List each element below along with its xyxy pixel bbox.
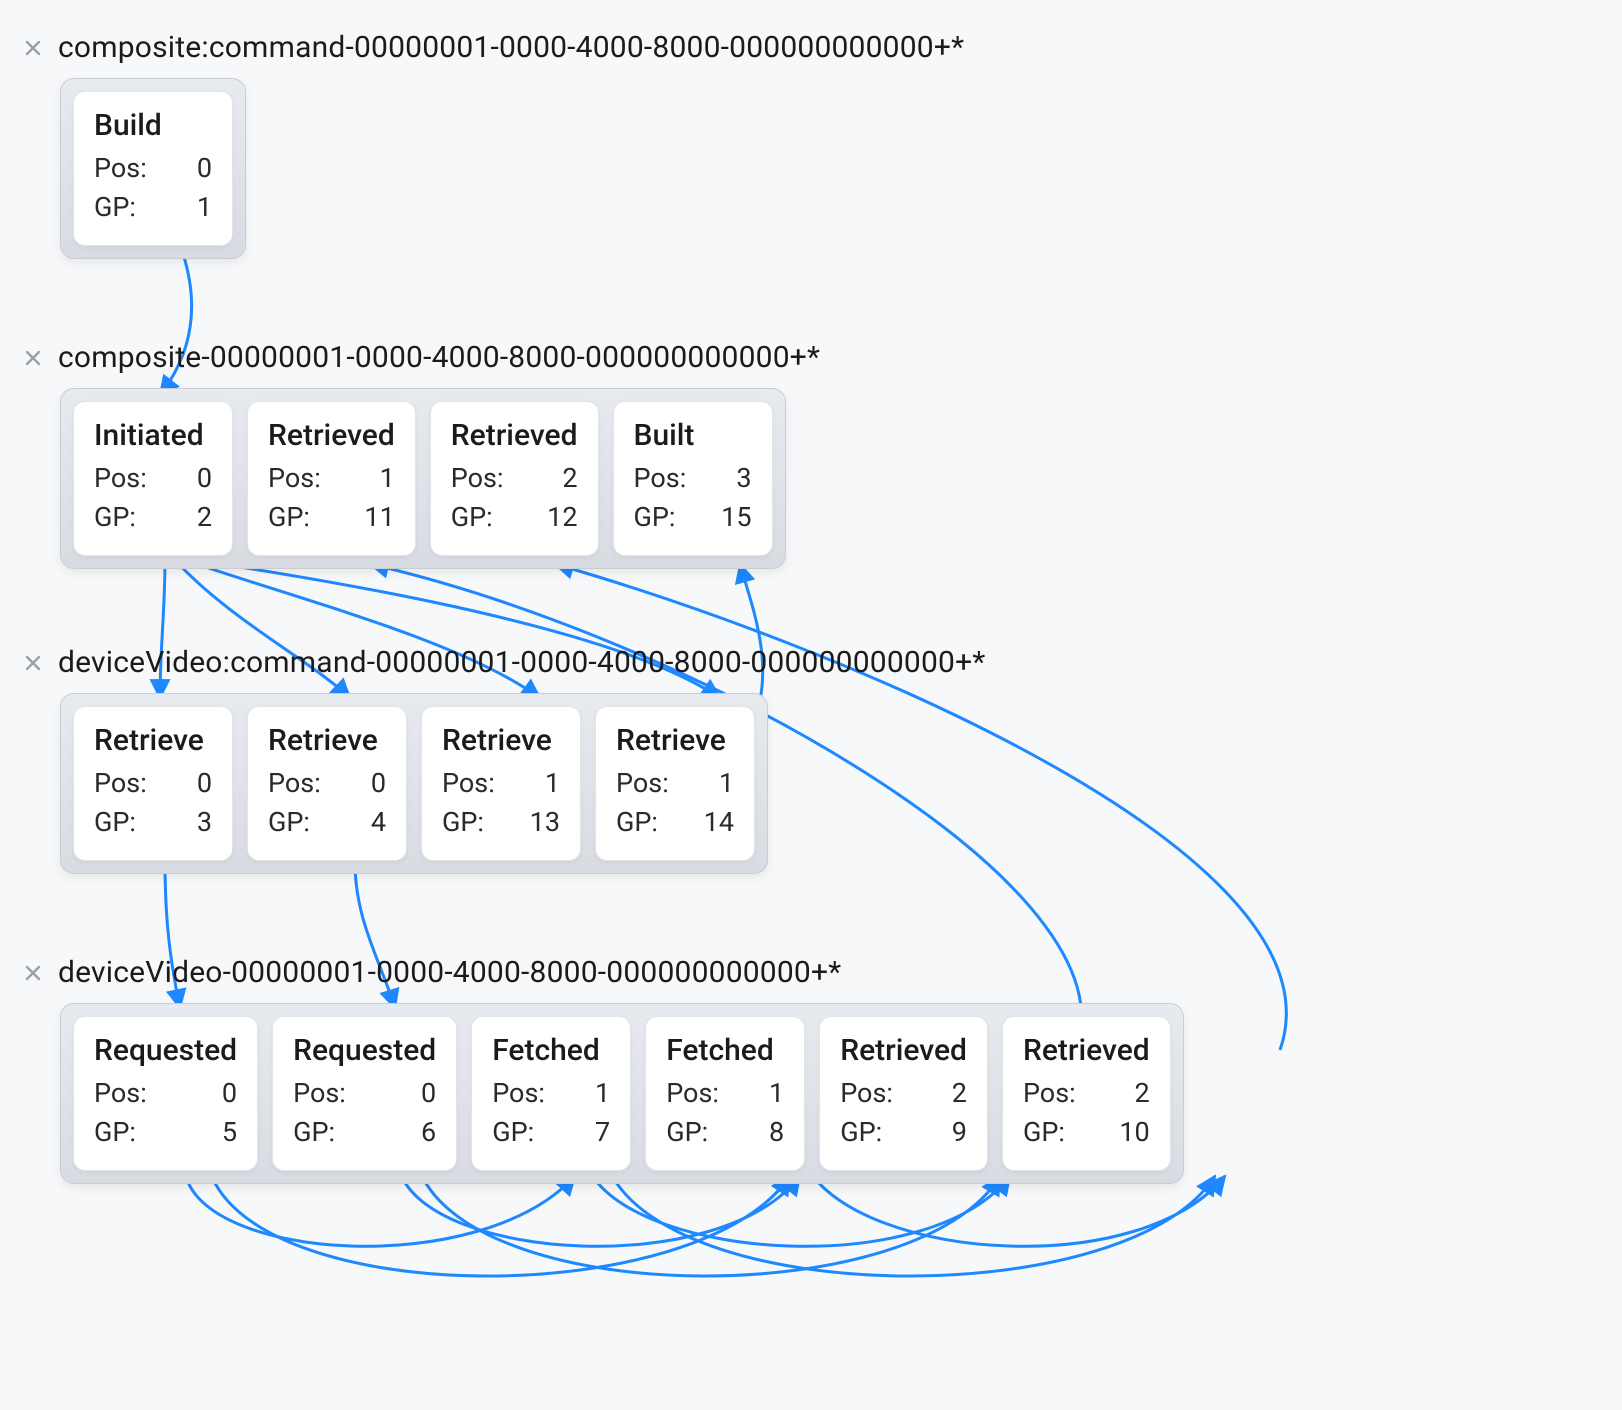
event-card[interactable]: Retrieved Pos:1 GP:11 [247,401,416,556]
gp-label: GP: [94,188,136,227]
group-title: composite-00000001-0000-4000-8000-000000… [58,340,820,375]
event-card[interactable]: Fetched Pos:1 GP:8 [645,1016,805,1171]
event-card[interactable]: Retrieved Pos:2 GP:10 [1002,1016,1171,1171]
event-card[interactable]: Retrieve Pos:1 GP:14 [595,706,755,861]
close-icon[interactable] [22,347,44,369]
group-header: composite:command-00000001-0000-4000-800… [22,30,964,65]
event-card[interactable]: Retrieved Pos:2 GP:12 [430,401,599,556]
event-card[interactable]: Fetched Pos:1 GP:7 [471,1016,631,1171]
event-card[interactable]: Initiated Pos:0 GP:2 [73,401,233,556]
gp-value: 1 [172,188,212,227]
card-title: Initiated [94,418,212,453]
group-header: deviceVideo-00000001-0000-4000-8000-0000… [22,955,841,990]
event-card[interactable]: Requested Pos:0 GP:6 [272,1016,457,1171]
event-card[interactable]: Built Pos:3 GP:15 [613,401,773,556]
event-card[interactable]: Retrieve Pos:0 GP:3 [73,706,233,861]
close-icon[interactable] [22,37,44,59]
card-title: Build [94,108,212,143]
event-card[interactable]: Requested Pos:0 GP:5 [73,1016,258,1171]
group-container: Initiated Pos:0 GP:2 Retrieved Pos:1 GP:… [60,388,786,569]
event-card[interactable]: Retrieve Pos:1 GP:13 [421,706,581,861]
group-title: composite:command-00000001-0000-4000-800… [58,30,964,65]
group-title: deviceVideo-00000001-0000-4000-8000-0000… [58,955,841,990]
close-icon[interactable] [22,652,44,674]
group-header: deviceVideo:command-00000001-0000-4000-8… [22,645,985,680]
group-container: Requested Pos:0 GP:5 Requested Pos:0 GP:… [60,1003,1184,1184]
group-title: deviceVideo:command-00000001-0000-4000-8… [58,645,985,680]
event-card[interactable]: Retrieve Pos:0 GP:4 [247,706,407,861]
diagram-stage: composite:command-00000001-0000-4000-800… [0,0,1622,1410]
group-header: composite-00000001-0000-4000-8000-000000… [22,340,820,375]
close-icon[interactable] [22,962,44,984]
event-card[interactable]: Retrieved Pos:2 GP:9 [819,1016,988,1171]
event-card[interactable]: Build Pos: 0 GP: 1 [73,91,233,246]
group-container: Build Pos: 0 GP: 1 [60,78,246,259]
group-container: Retrieve Pos:0 GP:3 Retrieve Pos:0 GP:4 … [60,693,768,874]
pos-value: 0 [172,149,212,188]
pos-label: Pos: [94,149,147,188]
